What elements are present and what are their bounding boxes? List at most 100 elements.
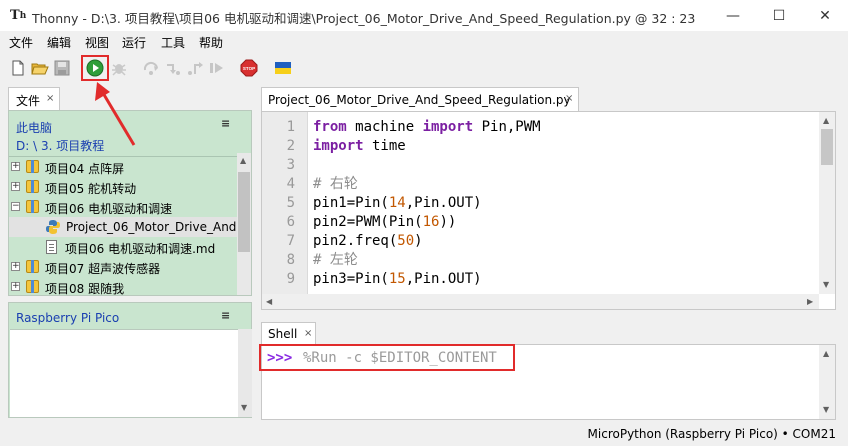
window-title: Thonny - D:\3. 项目教程\项目06 电机驱动和调速\Project… (32, 11, 696, 26)
location-title[interactable]: 此电脑 (16, 119, 52, 136)
tree-item-label: 项目06 电机驱动和调速.md (65, 242, 216, 256)
pico-panel-title[interactable]: Raspberry Pi Pico (16, 311, 119, 325)
file-tree: + 项目04 点阵屏 + 项目05 舵机转动 − 项目06 电机驱动和调速 Pr… (9, 156, 237, 297)
line-number-gutter: 1 2 3 4 5 6 7 8 9 (262, 112, 308, 294)
expand-icon[interactable]: + (11, 282, 20, 291)
line-number: 5 (286, 195, 295, 211)
location-path[interactable]: D: \ 3. 项目教程 (16, 137, 104, 154)
python-file-icon (46, 220, 60, 234)
line-number: 1 (286, 119, 295, 135)
code-editor[interactable]: 1 2 3 4 5 6 7 8 9 from machine import Pi… (261, 111, 836, 310)
line-number: 6 (286, 214, 295, 230)
pico-menu-icon[interactable]: ≡ (221, 309, 230, 322)
ukraine-flag-icon[interactable] (274, 59, 292, 77)
expand-icon[interactable]: + (11, 182, 20, 191)
debug-icon[interactable] (110, 59, 128, 77)
line-number: 9 (286, 271, 295, 287)
open-folder-icon[interactable] (31, 59, 49, 77)
files-panel: 此电脑 D: \ 3. 项目教程 ≡ + 项目04 点阵屏 + 项目05 舵机转… (8, 110, 252, 296)
shell-tab-label: Shell (268, 327, 298, 341)
save-icon[interactable] (53, 59, 71, 77)
menu-file[interactable]: 文件 (9, 34, 33, 51)
run-button-highlight (81, 55, 109, 81)
tree-item-label: 项目04 点阵屏 (45, 162, 125, 176)
editor-tab-close-icon[interactable]: × (565, 93, 573, 104)
files-menu-icon[interactable]: ≡ (221, 117, 230, 130)
line-number: 8 (286, 252, 295, 268)
code-line: # 左轮 (313, 252, 358, 268)
status-bar: MicroPython (Raspberry Pi Pico) • COM21 (0, 423, 848, 446)
menu-edit[interactable]: 编辑 (47, 34, 71, 51)
menu-tools[interactable]: 工具 (161, 34, 185, 51)
tree-item-folder[interactable]: + 项目04 点阵屏 (9, 157, 237, 177)
folder-icon (26, 260, 39, 273)
shell-command-highlight (259, 344, 515, 371)
stop-icon-label: STOP (243, 66, 255, 71)
code-line: pin1=Pin(14,Pin.OUT) (313, 195, 482, 211)
interpreter-status[interactable]: MicroPython (Raspberry Pi Pico) • COM21 (588, 427, 836, 441)
resume-icon[interactable] (208, 59, 226, 77)
files-tab-close-icon[interactable]: × (46, 93, 54, 104)
maximize-button[interactable]: ☐ (756, 0, 802, 32)
code-line: pin2.freq(50) (313, 233, 423, 249)
scroll-up-icon[interactable]: ▲ (823, 349, 829, 358)
code-line: pin2=PWM(Pin(16)) (313, 214, 457, 230)
stop-icon[interactable]: STOP (240, 59, 258, 77)
expand-icon[interactable]: + (11, 162, 20, 171)
tab-shell[interactable]: Shell × (261, 322, 316, 344)
scroll-up-icon[interactable]: ▲ (240, 156, 246, 165)
thonny-logo-icon: Th (10, 8, 27, 23)
tree-item-python-file[interactable]: Project_06_Motor_Drive_And_ (9, 217, 237, 237)
tab-editor-file[interactable]: Project_06_Motor_Drive_And_Speed_Regulat… (261, 87, 579, 111)
pico-scrollbar[interactable]: ▼ (238, 329, 252, 417)
menu-view[interactable]: 视图 (85, 34, 109, 51)
tree-item-label: 项目08 跟随我 (45, 282, 125, 296)
scroll-down-icon[interactable]: ▼ (823, 280, 829, 289)
scroll-up-icon[interactable]: ▲ (823, 116, 829, 125)
tree-item-label: 项目05 舵机转动 (45, 182, 137, 196)
document-icon (46, 240, 57, 254)
code-line: # 右轮 (313, 176, 358, 192)
scroll-down-icon[interactable]: ▼ (823, 405, 829, 414)
line-number: 3 (286, 157, 295, 173)
menu-help[interactable]: 帮助 (199, 34, 223, 51)
files-scrollbar[interactable]: ▲ (237, 153, 251, 295)
editor-scroll-thumb[interactable] (821, 129, 833, 165)
folder-icon (26, 280, 39, 293)
line-number: 2 (286, 138, 295, 154)
folder-icon (26, 200, 39, 213)
folder-icon (26, 180, 39, 193)
code-line: from machine import Pin,PWM (313, 119, 541, 135)
tree-item-label: Project_06_Motor_Drive_And_ (66, 220, 236, 234)
files-scroll-thumb[interactable] (238, 172, 250, 252)
tab-files[interactable]: 文件 × (8, 87, 60, 110)
folder-icon (26, 160, 39, 173)
editor-horizontal-scrollbar[interactable]: ◀ ▶ (262, 294, 819, 309)
step-into-icon[interactable] (164, 59, 182, 77)
step-out-icon[interactable] (186, 59, 204, 77)
new-file-icon[interactable] (9, 59, 27, 77)
close-button[interactable]: ✕ (802, 0, 848, 32)
menu-run[interactable]: 运行 (122, 34, 146, 51)
tree-item-folder[interactable]: + 项目05 舵机转动 (9, 177, 237, 197)
scroll-left-icon[interactable]: ◀ (266, 297, 272, 306)
minimize-button[interactable]: — (710, 0, 756, 32)
collapse-icon[interactable]: − (11, 202, 20, 211)
scroll-down-icon[interactable]: ▼ (241, 403, 247, 412)
callout-arrow-head (95, 82, 110, 101)
shell-scrollbar[interactable]: ▲ ▼ (819, 345, 835, 419)
tree-item-folder[interactable]: + 项目07 超声波传感器 (9, 257, 237, 277)
shell-tab-close-icon[interactable]: × (304, 328, 312, 339)
code-line: import time (313, 138, 406, 154)
editor-tab-label: Project_06_Motor_Drive_And_Speed_Regulat… (268, 93, 571, 107)
files-tab-label: 文件 (16, 94, 41, 108)
tree-item-folder[interactable]: + 项目08 跟随我 (9, 277, 237, 297)
tree-item-folder[interactable]: − 项目06 电机驱动和调速 (9, 197, 237, 217)
step-over-icon[interactable] (142, 59, 160, 77)
expand-icon[interactable]: + (11, 262, 20, 271)
tree-item-md-file[interactable]: 项目06 电机驱动和调速.md (9, 237, 237, 257)
editor-vertical-scrollbar[interactable]: ▲ ▼ (819, 112, 835, 294)
pico-files-panel: Raspberry Pi Pico ≡ ▼ (8, 302, 252, 418)
tree-item-label: 项目07 超声波传感器 (45, 262, 161, 276)
scroll-right-icon[interactable]: ▶ (807, 297, 813, 306)
